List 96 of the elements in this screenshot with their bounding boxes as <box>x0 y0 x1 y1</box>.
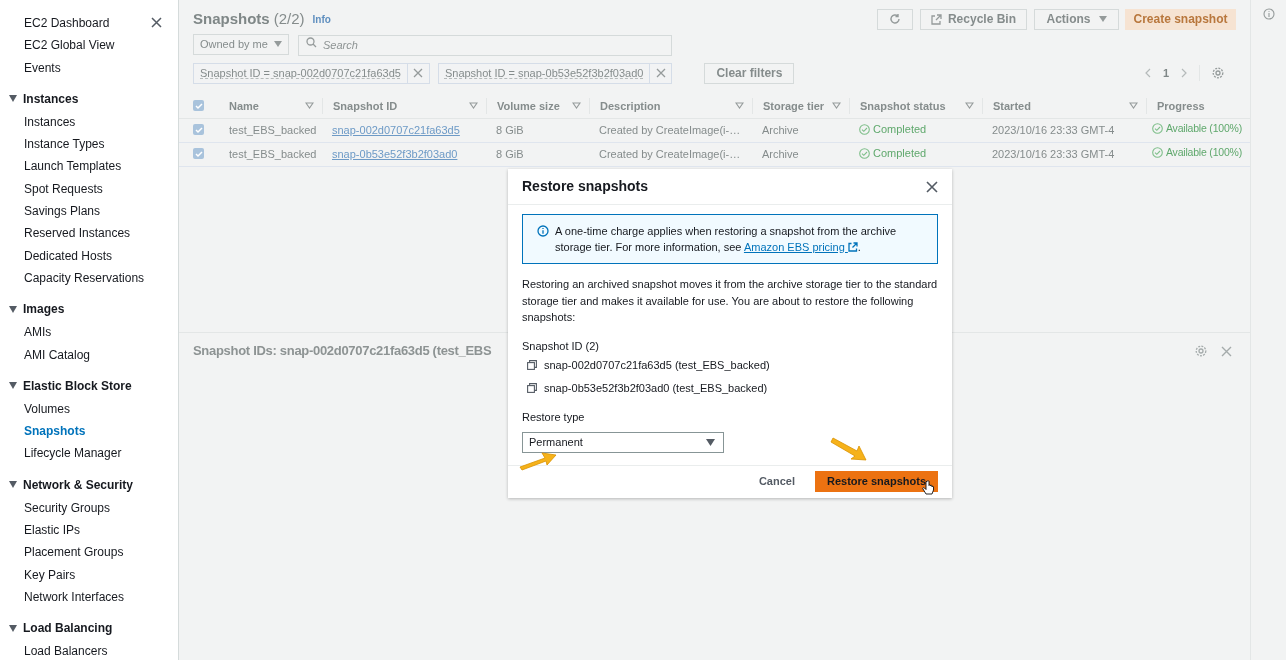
sidebar-link[interactable]: EC2 Global View <box>24 38 115 61</box>
sidebar-section-header[interactable]: Images <box>9 300 65 319</box>
info-icon <box>537 225 549 237</box>
success-icon <box>1152 147 1163 159</box>
sidebar-link[interactable]: Instance Types <box>24 137 105 160</box>
sort-icon[interactable] <box>832 102 841 110</box>
table-cell: Created by CreateImage(i-… <box>599 123 741 136</box>
settings-icon[interactable] <box>1212 67 1224 79</box>
sidebar-section-header[interactable]: Elastic Block Store <box>9 376 132 395</box>
checkbox[interactable] <box>193 100 204 111</box>
dialog-title: Restore snapshots <box>522 177 649 196</box>
checkbox[interactable] <box>193 124 204 136</box>
sidebar-link[interactable]: Placement Groups <box>24 545 124 568</box>
close-icon[interactable] <box>926 180 938 193</box>
table-cell: test_EBS_backed <box>229 147 317 160</box>
sidebar-link[interactable]: Savings Plans <box>24 204 101 227</box>
sidebar-link[interactable]: Security Groups <box>24 500 111 524</box>
page-title: Snapshots <box>193 8 270 29</box>
sidebar-link[interactable]: Load Balancers <box>24 644 108 660</box>
restore-snapshots-button[interactable]: Restore snapshots <box>815 471 938 492</box>
table-cell: 2023/10/16 23:33 GMT-4 <box>992 147 1115 160</box>
caret-down-icon <box>9 481 17 489</box>
sort-icon[interactable] <box>1129 102 1138 110</box>
snapshot-list-label: Snapshot ID (2) <box>522 338 601 354</box>
sidebar-section-header[interactable]: Load Balancing <box>9 619 113 638</box>
restore-type-label: Restore type <box>522 410 586 425</box>
table-cell: test_EBS_backed <box>229 123 317 136</box>
copy-icon[interactable] <box>527 360 537 371</box>
refresh-icon <box>888 13 901 25</box>
status-text: Available (100%) <box>1152 145 1242 161</box>
sidebar-link[interactable]: Spot Requests <box>24 181 103 205</box>
sidebar-link[interactable]: Network Interfaces <box>24 589 125 613</box>
success-icon <box>1152 123 1163 135</box>
snapshot-id-text: snap-002d0707c21fa63d5 (test_EBS_backed) <box>544 358 770 373</box>
caret-down-icon <box>9 95 17 103</box>
caret-icon <box>706 438 715 446</box>
next-page-icon[interactable] <box>1181 68 1187 78</box>
refresh-button[interactable] <box>876 8 913 30</box>
sidebar-link[interactable]: Events <box>24 60 61 83</box>
caret-down-icon <box>9 305 17 313</box>
previous-page-icon[interactable] <box>1144 68 1151 78</box>
sidebar-link[interactable]: Dedicated Hosts <box>24 248 113 271</box>
sidebar-link[interactable]: Lifecycle Manager <box>24 446 122 469</box>
sort-icon[interactable] <box>572 102 581 110</box>
dialog-description: Restoring an archived snapshot moves it from the archive storage tier to the standard storage tier and makes it available for use. You are about to restore the following snapshots: <box>522 277 938 325</box>
external-link-icon <box>847 242 858 252</box>
sort-icon[interactable] <box>469 102 478 110</box>
item-count: (2/2) <box>273 8 305 29</box>
settings-icon[interactable] <box>1195 345 1207 357</box>
pricing-link[interactable]: Amazon EBS pricing <box>743 241 858 253</box>
sidebar-link[interactable]: Elastic IPs <box>24 523 80 546</box>
sidebar-section-header[interactable]: Instances <box>9 89 79 108</box>
success-icon <box>859 147 870 159</box>
caret-icon <box>274 41 282 47</box>
search-field[interactable]: Search <box>298 34 672 56</box>
sort-icon[interactable] <box>735 102 744 110</box>
sidebar-link[interactable]: Instances <box>24 114 76 138</box>
caret-icon <box>1098 16 1107 22</box>
sidebar-link[interactable]: Reserved Instances <box>24 226 131 249</box>
sort-icon[interactable] <box>965 102 974 110</box>
status-text: Completed <box>859 144 927 162</box>
checkbox[interactable] <box>193 148 204 160</box>
caret-down-icon <box>9 382 17 390</box>
table-cell: 8 GiB <box>496 147 524 160</box>
sidebar-link[interactable]: Snapshots <box>24 424 86 447</box>
table-cell: Archive <box>762 147 799 160</box>
table-cell: Created by CreateImage(i-… <box>599 147 741 160</box>
table-cell: Archive <box>762 123 799 136</box>
close-icon <box>655 68 666 78</box>
alert-text: A one-time charge applies when restoring a snapshot from the archive storage tier. For more information, see Amazon EBS pricing . <box>555 224 898 255</box>
search-icon <box>306 37 317 48</box>
sidebar-link[interactable]: EC2 Dashboard <box>24 16 110 39</box>
copy-icon[interactable] <box>527 382 537 393</box>
table-cell: 2023/10/16 23:33 GMT-4 <box>992 123 1115 136</box>
split-panel-title: Snapshot IDs: snap-002d0707c21fa63d5 (test_EBS <box>193 342 492 361</box>
cancel-button[interactable]: Cancel <box>758 473 795 490</box>
status-text: Available (100%) <box>1152 121 1242 137</box>
close-icon <box>413 68 424 78</box>
snapshot-id-text: snap-0b53e52f3b2f03ad0 (test_EBS_backed) <box>544 380 768 396</box>
sidebar-link[interactable]: Key Pairs <box>24 567 76 590</box>
sidebar-section-header[interactable]: Network & Security <box>9 475 134 494</box>
annotation-arrow <box>830 435 870 463</box>
close-icon[interactable] <box>151 17 162 28</box>
sidebar-link[interactable]: Capacity Reservations <box>24 270 145 294</box>
info-icon[interactable] <box>1262 8 1275 20</box>
table-cell: 8 GiB <box>496 123 524 136</box>
status-text: Completed <box>859 120 927 138</box>
sidebar-link[interactable]: Launch Templates <box>24 159 122 182</box>
sidebar-link[interactable]: Volumes <box>24 401 71 425</box>
external-link-icon <box>930 13 942 25</box>
sort-icon[interactable] <box>305 102 314 110</box>
sidebar-link[interactable]: AMIs <box>24 325 52 348</box>
caret-down-icon <box>9 624 17 632</box>
restore-type-dropdown[interactable]: Permanent <box>522 431 724 453</box>
sidebar-link[interactable]: AMI Catalog <box>24 347 91 370</box>
success-icon <box>859 123 870 135</box>
